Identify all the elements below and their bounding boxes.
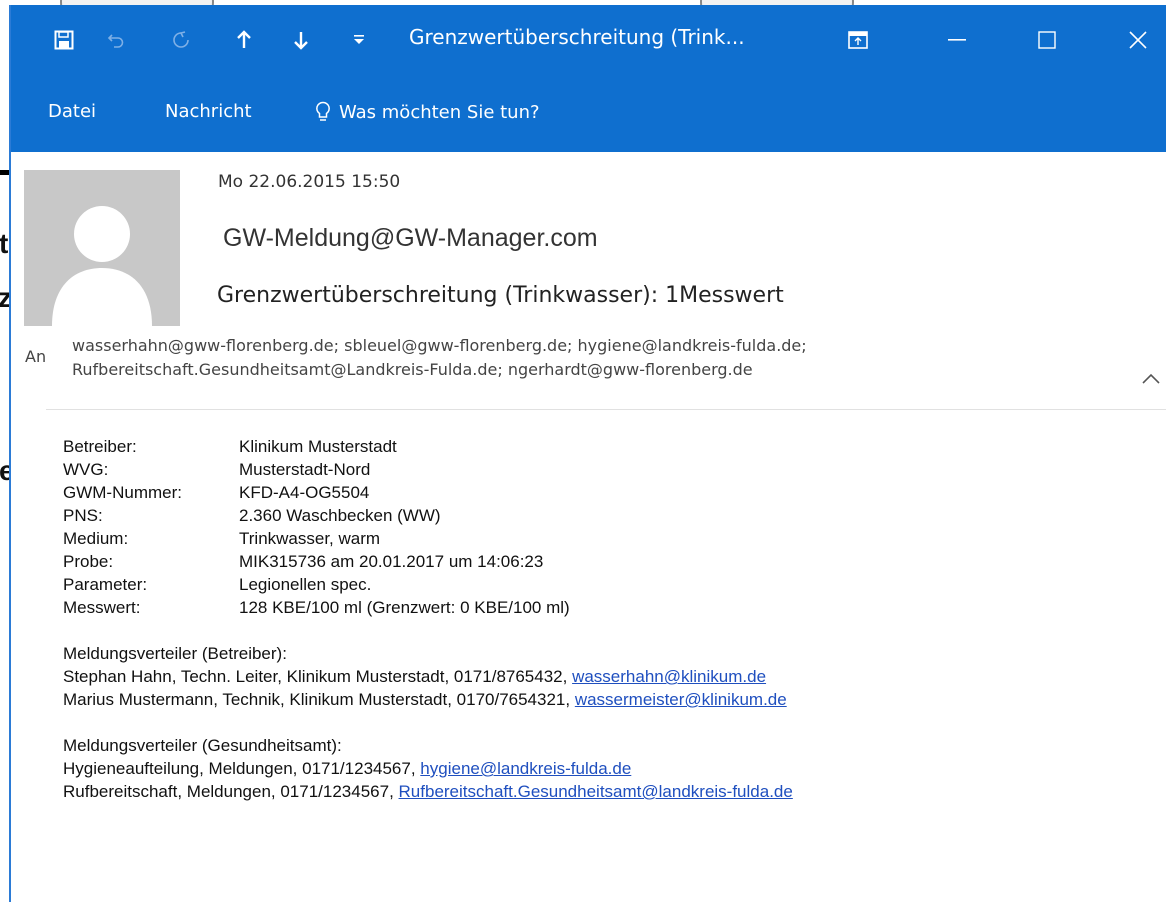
email-link[interactable]: Rufbereitschaft.Gesundheitsamt@landkreis… xyxy=(399,782,793,801)
undo-icon[interactable] xyxy=(104,27,128,53)
field-key: GWM-Nummer: xyxy=(63,483,182,502)
recipient-line: Rufbereitschaft.Gesundheitsamt@Landkreis… xyxy=(72,360,753,379)
distribution-line: Hygieneaufteilung, Meldungen, 0171/12345… xyxy=(63,757,793,780)
field-value: Legionellen spec. xyxy=(239,575,372,594)
contact-text: Rufbereitschaft, Meldungen, 0171/1234567… xyxy=(63,782,399,801)
distribution-title: Meldungsverteiler (Gesundheitsamt): xyxy=(63,736,342,755)
maximize-icon[interactable] xyxy=(1027,23,1067,57)
field-value: Klinikum Musterstadt xyxy=(239,437,397,456)
field-key: PNS: xyxy=(63,506,103,525)
field-key: Medium: xyxy=(63,529,129,548)
down-arrow-icon[interactable] xyxy=(289,27,313,53)
field-row: Probe: MIK315736 am 20.01.2017 um 14:06:2… xyxy=(63,550,793,573)
field-value: Musterstadt-Nord xyxy=(239,460,371,479)
field-key: Betreiber: xyxy=(63,437,137,456)
customize-icon[interactable] xyxy=(349,27,369,53)
field-key: WVG: xyxy=(63,460,109,479)
message-body: Betreiber: Klinikum Musterstadt WVG: Muste… xyxy=(63,435,793,803)
recipient-line: wasserhahn@gww-florenberg.de; sbleuel@gw… xyxy=(72,336,807,355)
field-row: Parameter: Legionellen spec. xyxy=(63,573,793,596)
contact-text: Marius Mustermann, Technik, Klinikum Mus… xyxy=(63,690,575,709)
distribution-operator: Meldungsverteiler (Betreiber): Stephan H… xyxy=(63,642,793,711)
outlook-message-window: Grenzwertüberschreitung (Trink... Datei … xyxy=(9,5,1166,902)
tab-nachricht[interactable]: Nachricht xyxy=(165,101,252,122)
field-row: GWM-Nummer: KFD-A4-OG5504 xyxy=(63,481,793,504)
email-link[interactable]: wassermeister@klinikum.de xyxy=(575,690,787,709)
avatar xyxy=(24,170,180,326)
distribution-line: Stephan Hahn, Techn. Leiter, Klinikum Mu… xyxy=(63,665,793,688)
contact-text: Hygieneaufteilung, Meldungen, 0171/12345… xyxy=(63,759,421,778)
distribution-line: Marius Mustermann, Technik, Klinikum Mus… xyxy=(63,688,793,711)
collapse-header-icon[interactable] xyxy=(1141,371,1163,393)
field-value: MIK315736 am 20.01.2017 um 14:06:23 xyxy=(239,552,544,571)
message-date: Mo 22.06.2015 15:50 xyxy=(218,172,401,192)
email-link[interactable]: hygiene@landkreis-fulda.de xyxy=(420,759,631,778)
field-row: WVG: Musterstadt-Nord xyxy=(63,458,793,481)
message-subject: Grenzwertüberschreitung (Trinkwasser): 1… xyxy=(217,283,784,308)
recipient-list[interactable]: wasserhahn@gww-florenberg.de; sbleuel@gw… xyxy=(72,334,1072,382)
minimize-icon[interactable] xyxy=(937,23,977,57)
tab-datei[interactable]: Datei xyxy=(48,101,96,122)
sender-address[interactable]: GW-Meldung@GW-Manager.com xyxy=(223,224,598,253)
close-icon[interactable] xyxy=(1118,23,1158,57)
field-row: Medium: Trinkwasser, warm xyxy=(63,527,793,550)
field-row: Messwert: 128 KBE/100 ml (Grenzwert: 0 KB… xyxy=(63,596,793,619)
title-bar: Grenzwertüberschreitung (Trink... xyxy=(11,5,1166,77)
save-icon[interactable] xyxy=(51,27,77,53)
field-value: Trinkwasser, warm xyxy=(239,529,381,548)
up-arrow-icon[interactable] xyxy=(232,27,256,53)
contact-text: Stephan Hahn, Techn. Leiter, Klinikum Mu… xyxy=(63,667,573,686)
distribution-health-office: Meldungsverteiler (Gesundheitsamt): Hygi… xyxy=(63,734,793,803)
distribution-line: Rufbereitschaft, Meldungen, 0171/1234567… xyxy=(63,780,793,803)
lightbulb-icon xyxy=(315,101,331,123)
window-title: Grenzwertüberschreitung (Trink... xyxy=(409,25,745,49)
field-row: Betreiber: Klinikum Musterstadt xyxy=(63,435,793,458)
header-divider xyxy=(46,409,1166,410)
ribbon: Datei Nachricht Was möchten Sie tun? xyxy=(11,77,1166,152)
distribution-title: Meldungsverteiler (Betreiber): xyxy=(63,644,287,663)
field-value: 128 KBE/100 ml (Grenzwert: 0 KBE/100 ml) xyxy=(239,598,570,617)
field-key: Parameter: xyxy=(63,575,148,594)
email-link[interactable]: wasserhahn@klinikum.de xyxy=(572,667,766,686)
field-key: Probe: xyxy=(63,552,114,571)
ribbon-display-icon[interactable] xyxy=(846,27,870,53)
redo-icon[interactable] xyxy=(169,27,193,53)
field-key: Messwert: xyxy=(63,598,141,617)
field-row: PNS: 2.360 Waschbecken (WW) xyxy=(63,504,793,527)
tell-me-box[interactable]: Was möchten Sie tun? xyxy=(315,101,540,123)
field-value: KFD-A4-OG5504 xyxy=(239,483,370,502)
to-label: An xyxy=(25,347,47,366)
tell-me-label: Was möchten Sie tun? xyxy=(339,101,540,123)
field-value: 2.360 Waschbecken (WW) xyxy=(239,506,441,525)
background-text-fragment: t xyxy=(0,228,9,259)
